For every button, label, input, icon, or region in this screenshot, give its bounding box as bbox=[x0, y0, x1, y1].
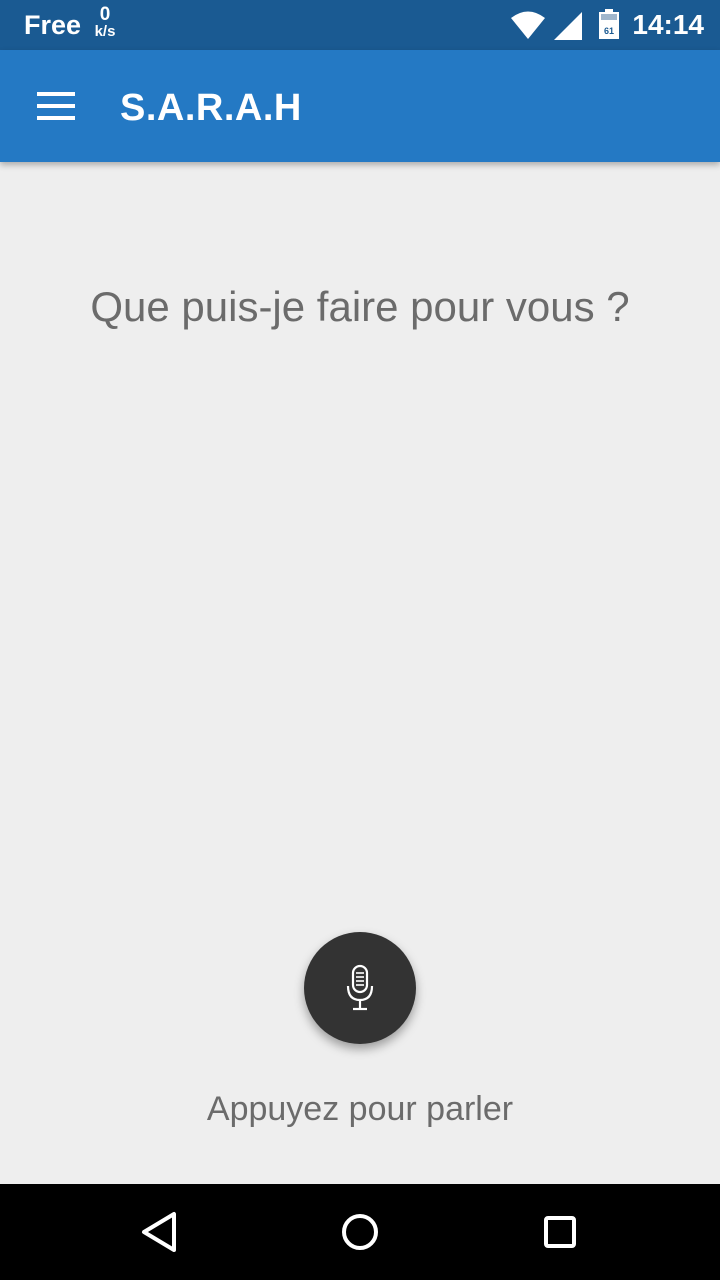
wifi-icon bbox=[511, 11, 545, 39]
home-icon[interactable] bbox=[330, 1202, 390, 1262]
microphone-button[interactable] bbox=[304, 932, 416, 1044]
status-bar: Free 0 k/s 61 14:14 bbox=[0, 0, 720, 50]
recents-icon[interactable] bbox=[530, 1202, 590, 1262]
cell-signal-icon bbox=[554, 12, 582, 40]
network-speed-value: 0 bbox=[99, 4, 111, 25]
network-speed-indicator: 0 k/s bbox=[90, 4, 120, 40]
menu-button[interactable] bbox=[24, 80, 88, 132]
app-title: S.A.R.A.H bbox=[120, 87, 302, 129]
app-bar: S.A.R.A.H bbox=[0, 50, 720, 162]
hamburger-menu-icon bbox=[37, 92, 75, 120]
tap-to-speak-hint: Appuyez pour parler bbox=[206, 1090, 514, 1128]
back-icon[interactable] bbox=[130, 1202, 190, 1262]
navigation-bar bbox=[0, 1184, 720, 1280]
battery-level: 61 bbox=[604, 26, 614, 36]
network-speed-unit: k/s bbox=[94, 23, 116, 40]
prompt-text: Que puis-je faire pour vous ? bbox=[90, 283, 630, 330]
microphone-icon bbox=[346, 964, 374, 1011]
carrier-name: Free bbox=[24, 10, 82, 40]
battery-icon: 61 bbox=[599, 9, 619, 39]
clock: 14:14 bbox=[632, 9, 704, 40]
